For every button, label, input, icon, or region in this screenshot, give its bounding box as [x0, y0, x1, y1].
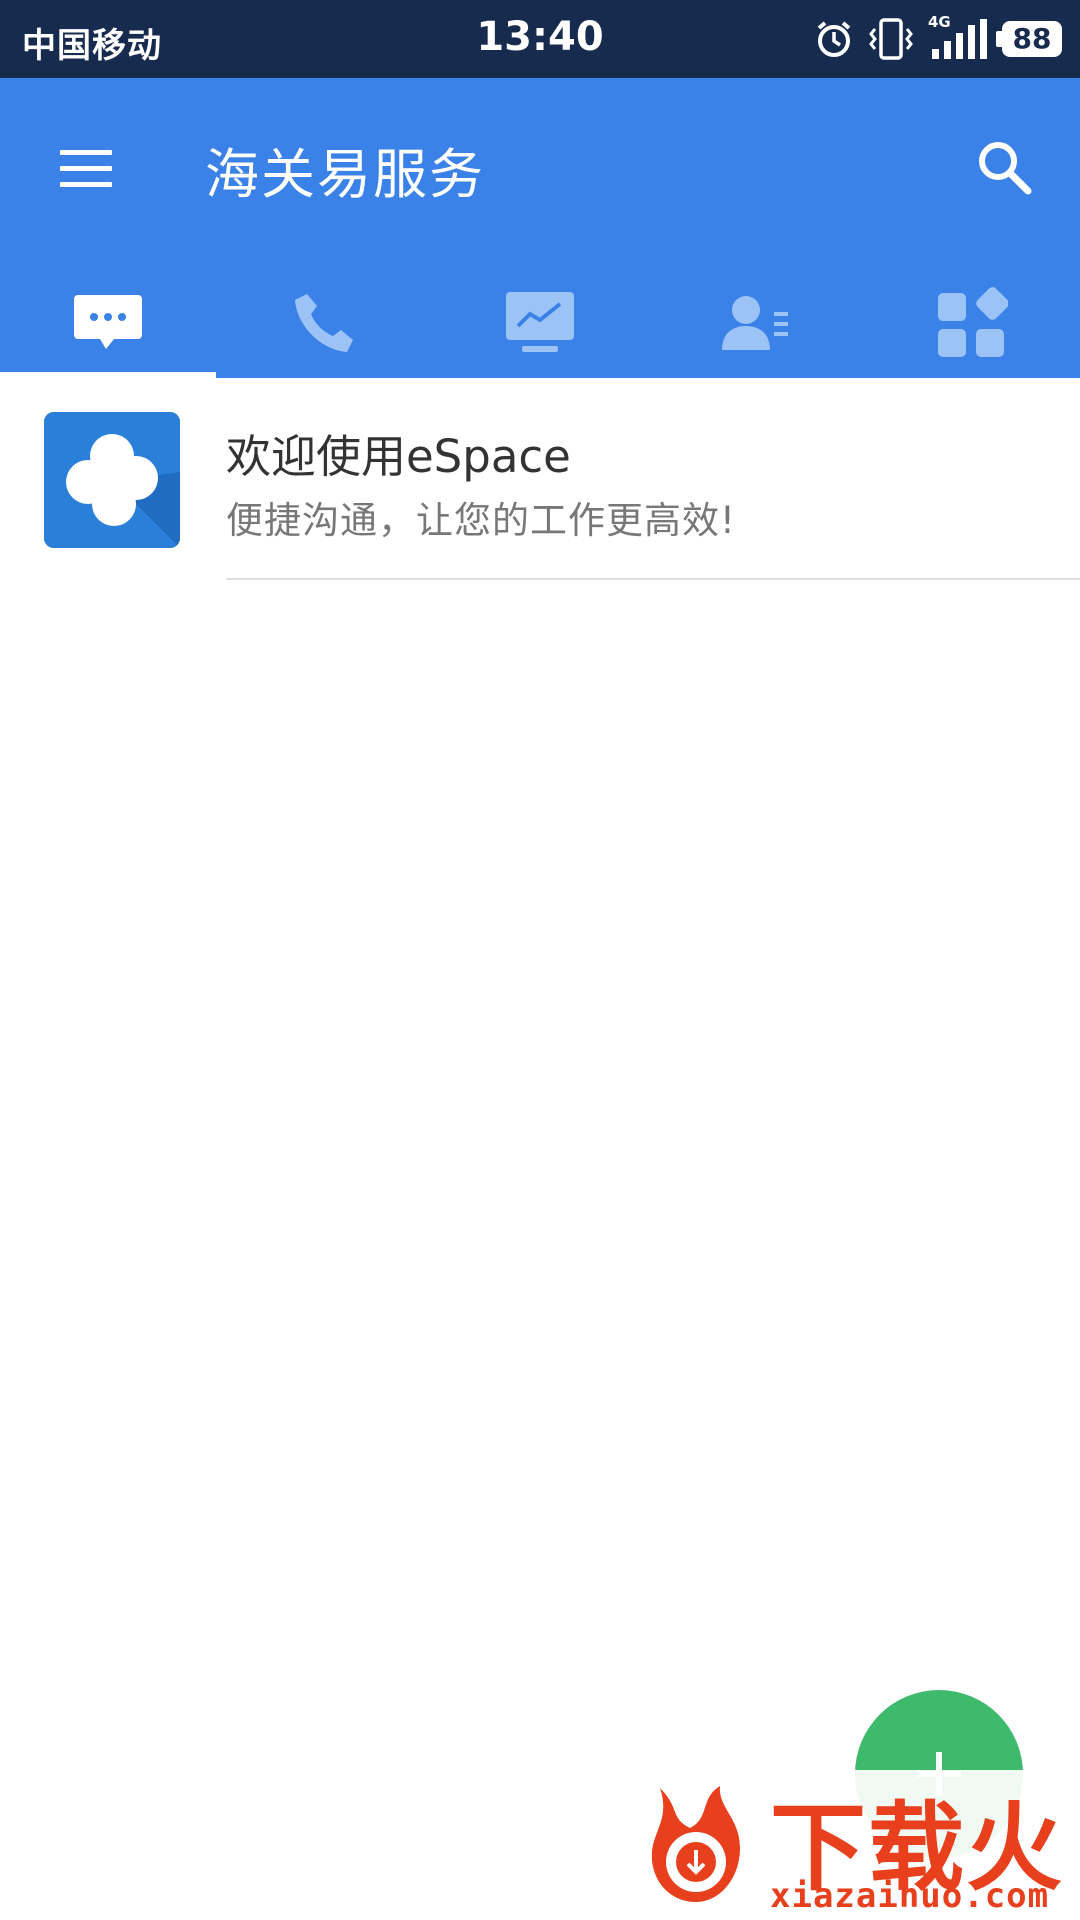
app-title: 海关易服务	[205, 143, 485, 206]
conversation-list: 欢迎使用eSpace 便捷沟通，让您的工作更高效!	[0, 378, 1080, 580]
list-item[interactable]: 欢迎使用eSpace 便捷沟通，让您的工作更高效!	[0, 378, 1080, 580]
tab-contacts[interactable]	[648, 268, 864, 378]
search-button[interactable]	[970, 133, 1040, 203]
tab-bar	[0, 268, 1080, 378]
tab-apps[interactable]	[864, 268, 1080, 378]
tab-calls[interactable]	[216, 268, 432, 378]
menu-button[interactable]	[56, 138, 116, 198]
tab-messages[interactable]	[0, 268, 216, 378]
conversation-title: 欢迎使用eSpace	[226, 430, 571, 483]
watermark: 下载火 xiazaihuo.com	[630, 1770, 1080, 1920]
vibrate-icon	[868, 17, 914, 61]
status-icons: 4G 88	[814, 13, 1062, 64]
conversation-preview: 便捷沟通，让您的工作更高效!	[226, 499, 736, 542]
signal-4g-icon: 4G	[928, 13, 988, 61]
phone-icon	[295, 294, 353, 352]
contacts-icon	[722, 296, 788, 350]
battery-indicator: 88	[996, 21, 1062, 57]
monitor-chart-icon	[506, 292, 574, 352]
apps-grid-icon	[938, 287, 1008, 357]
screen: 中国移动 13:40 4G 88 海关易服务 欢迎使用eSpace 便捷沟通，让…	[0, 0, 1080, 1920]
status-bar: 中国移动 13:40 4G 88	[0, 0, 1080, 78]
alarm-icon	[814, 19, 854, 59]
espace-clover-icon	[44, 412, 180, 548]
tab-meetings[interactable]	[432, 268, 648, 378]
hamburger-menu-icon	[60, 150, 112, 187]
app-bar: 海关易服务	[0, 78, 1080, 378]
watermark-url: xiazaihuo.com	[770, 1876, 1050, 1916]
avatar	[44, 412, 180, 548]
search-icon	[979, 142, 1032, 195]
divider	[226, 578, 1080, 580]
chat-bubble-icon	[74, 295, 142, 349]
fire-logo-icon	[651, 1786, 740, 1902]
network-type: 4G	[928, 13, 951, 31]
